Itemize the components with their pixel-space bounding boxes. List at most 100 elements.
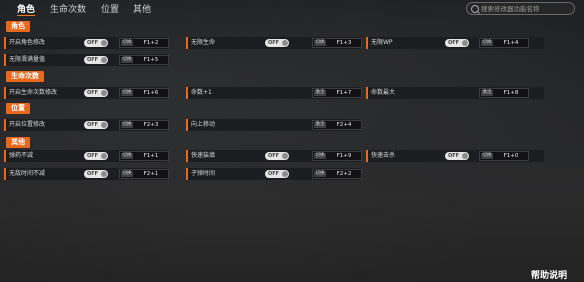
toggle-state-label: OFF [87,122,99,128]
toggle-switch[interactable]: OFF [265,152,289,160]
tab-lives-label: 生命次数 [50,5,87,15]
hotkey-value: F1+5 [143,57,159,63]
cheat-row: 无限WP OFF 切换 F1+4 [366,37,544,49]
cheat-row: 开启生命次数修改 OFF 切换 F1+6 [4,87,169,99]
hotkey-field[interactable]: 切换 F2+1 [119,169,169,179]
cheat-label: 开启位置修改 [9,121,46,128]
search-input[interactable] [481,3,573,14]
cheat-label: 向上移动 [191,121,216,128]
toggle-knob [282,40,288,46]
section-header-character: 角色 [6,21,30,32]
hotkey-action-tag: 切换 [314,40,326,46]
hotkey-value: F1+8 [503,90,519,96]
cheat-row: 开启位置修改 OFF 切换 F2+3 [4,119,169,131]
hotkey-value: F1+4 [503,40,519,46]
hotkey-field[interactable]: 切换 F1+2 [119,38,169,48]
toggle-knob [101,90,107,96]
cheat-label: 无敌时间不减 [9,170,46,177]
hotkey-field[interactable]: 激活 F1+7 [312,88,362,98]
section-header-other: 其他 [6,137,30,148]
hotkey-field[interactable]: 切换 F1+9 [312,151,362,161]
cheat-row: 向上移动 激活 F2+4 [186,119,362,131]
hotkey-field[interactable]: 切换 F1+6 [119,88,169,98]
top-nav: 角色 生命次数 位置 其他 [0,0,584,18]
hotkey-value: F1+7 [336,90,352,96]
hotkey-action-tag: 切换 [481,153,493,159]
cheat-row: 子弹时间 OFF 切换 F2+2 [186,168,362,180]
toggle-knob [101,122,107,128]
cheat-label: 无限WP [371,39,393,46]
cheat-row: 快速装填 OFF 切换 F1+9 [186,150,362,162]
hotkey-value: F1+6 [143,90,159,96]
hotkey-action-tag: 切换 [121,90,133,96]
tab-character-label: 角色 [17,5,36,15]
cheat-label: 命数最大 [371,89,396,96]
toggle-knob [101,57,107,63]
toggle-switch[interactable]: OFF [445,39,469,47]
hotkey-value: F1+2 [143,40,159,46]
cheat-row: 无限滑满量值 OFF 切换 F1+5 [4,54,169,66]
toggle-knob [282,171,288,177]
hotkey-field[interactable]: 切换 F1+1 [119,151,169,161]
hotkey-value: F1+0 [503,153,519,159]
hotkey-action-tag: 激活 [314,122,326,128]
cheat-label: 开启生命次数修改 [9,89,58,96]
hotkey-field[interactable]: 激活 F2+4 [312,120,362,130]
toggle-state-label: OFF [268,153,280,159]
cheat-label: 快速击杀 [371,152,396,159]
hotkey-field[interactable]: 切换 F1+3 [312,38,362,48]
toggle-switch[interactable]: OFF [84,56,108,64]
cheat-row: 快速击杀 OFF 切换 F1+0 [366,150,544,162]
hotkey-field[interactable]: 切换 F1+5 [119,55,169,65]
hotkey-field[interactable]: 切换 F1+4 [479,38,529,48]
toggle-knob [462,40,468,46]
toggle-state-label: OFF [87,40,99,46]
toggle-state-label: OFF [268,40,280,46]
hotkey-action-tag: 切换 [121,171,133,177]
hotkey-field[interactable]: 切换 F2+2 [312,169,362,179]
tab-position-label: 位置 [101,5,120,15]
cheat-row: 开启角色修改 OFF 切换 F1+2 [4,37,169,49]
tab-character[interactable]: 角色 [17,2,36,16]
tab-position[interactable]: 位置 [101,2,119,15]
cheat-label: 子弹时间 [191,170,216,177]
cheat-label: 弹药不减 [9,152,34,159]
cheat-row: 命数最大 激活 F1+8 [366,87,544,99]
section-header-position: 位置 [6,103,30,114]
cheat-label: 开启角色修改 [9,39,46,46]
help-button[interactable]: 帮助说明 [531,268,567,281]
toggle-switch[interactable]: OFF [84,152,108,160]
cheat-row: 无敌时间不减 OFF 切换 F2+1 [4,168,169,180]
hotkey-action-tag: 激活 [481,90,493,96]
toggle-switch[interactable]: OFF [445,152,469,160]
toggle-switch[interactable]: OFF [84,121,108,129]
hotkey-field[interactable]: 激活 F1+8 [479,88,529,98]
cheat-row: 无限生命 OFF 切换 F1+3 [186,37,362,49]
toggle-state-label: OFF [87,171,99,177]
hotkey-action-tag: 切换 [121,122,133,128]
hotkey-value: F2+2 [336,171,352,177]
section-header-lives: 生命次数 [6,71,44,82]
toggle-switch[interactable]: OFF [265,39,289,47]
search-icon [471,5,479,13]
toggle-knob [282,153,288,159]
toggle-switch[interactable]: OFF [84,170,108,178]
hotkey-field[interactable]: 切换 F1+0 [479,151,529,161]
hotkey-value: F2+1 [143,171,159,177]
tab-other[interactable]: 其他 [133,2,151,15]
hotkey-action-tag: 激活 [314,90,326,96]
toggle-switch[interactable]: OFF [84,89,108,97]
cheat-row: 弹药不减 OFF 切换 F1+1 [4,150,169,162]
cheat-row: 命数+1 激活 F1+7 [186,87,362,99]
search-box[interactable] [466,2,575,15]
hotkey-field[interactable]: 切换 F2+3 [119,120,169,130]
hotkey-value: F2+3 [143,122,159,128]
toggle-switch[interactable]: OFF [265,170,289,178]
hotkey-action-tag: 切换 [121,153,133,159]
tab-other-label: 其他 [133,5,152,15]
toggle-switch[interactable]: OFF [84,39,108,47]
tab-lives[interactable]: 生命次数 [50,2,86,15]
hotkey-value: F1+3 [336,40,352,46]
toggle-knob [101,153,107,159]
toggle-state-label: OFF [87,90,99,96]
